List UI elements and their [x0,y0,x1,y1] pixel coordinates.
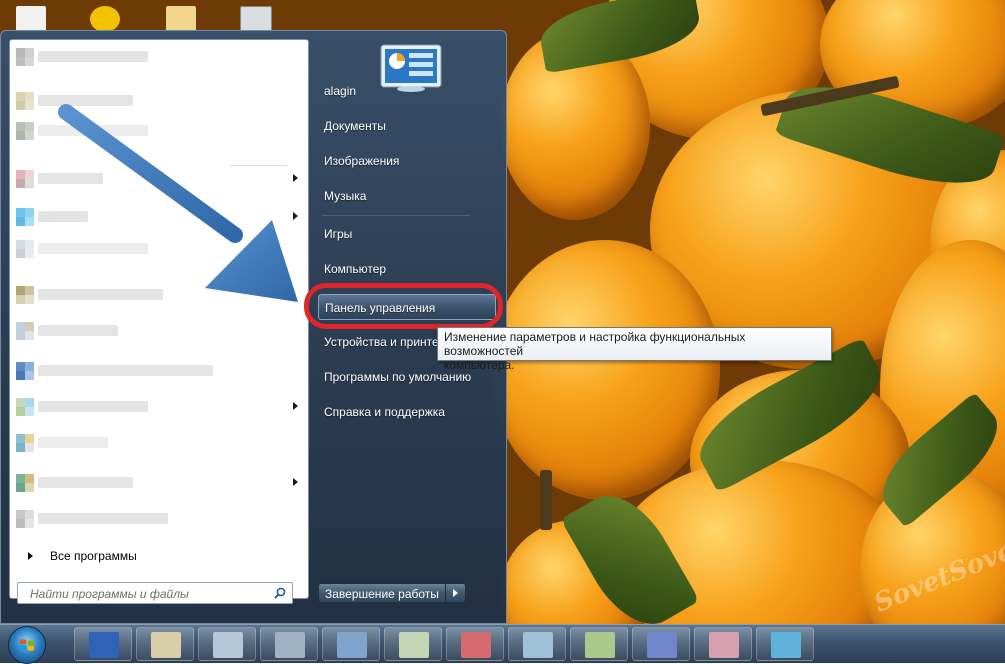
desktop-icon-1[interactable] [16,6,46,32]
list-item[interactable] [16,206,304,228]
taskbar-app-8[interactable] [508,627,566,661]
list-item[interactable] [16,432,304,454]
taskbar-app-1[interactable] [74,627,132,661]
start-button[interactable] [8,626,46,664]
folder-icon[interactable] [166,6,196,32]
list-item[interactable] [16,360,304,382]
menu-item-user[interactable]: alagin [318,78,496,104]
menu-item-help-support[interactable]: Справка и поддержка [318,399,496,425]
menu-item-music[interactable]: Музыка [318,183,496,209]
program-icon [16,122,34,140]
taskbar-app-12[interactable] [756,627,814,661]
program-icon [16,474,34,492]
list-item[interactable] [16,472,304,494]
search-input[interactable] [28,584,272,604]
taskbar-app-9[interactable] [570,627,628,661]
program-icon [16,362,34,380]
taskbar-app-4[interactable] [260,627,318,661]
submenu-arrow-icon [293,174,298,182]
program-icon [16,48,34,66]
menu-item-pictures[interactable]: Изображения [318,148,496,174]
divider [230,165,286,166]
menu-item-computer[interactable]: Компьютер [318,256,496,282]
taskbar-app-10[interactable] [632,627,690,661]
list-item[interactable] [16,90,304,112]
desktop-icon-2[interactable] [90,6,120,32]
highlight-ring [304,283,503,329]
list-item[interactable] [16,508,304,530]
programs-pane: Все программы [9,39,309,599]
tooltip: Изменение параметров и настройка функцио… [437,327,832,372]
list-item[interactable] [16,284,304,306]
taskbar-app-3[interactable] [198,627,256,661]
taskbar-app-11[interactable] [694,627,752,661]
program-icon [16,510,34,528]
all-programs-label: Все программы [50,549,137,563]
menu-item-documents[interactable]: Документы [318,113,496,139]
tooltip-line-1: Изменение параметров и настройка функцио… [444,330,746,358]
taskbar-app-7[interactable] [446,627,504,661]
search-box [17,582,293,604]
taskbar [0,624,1005,664]
expand-arrow-icon [28,552,33,560]
program-icon [16,398,34,416]
taskbar-app-6[interactable] [384,627,442,661]
program-icon [16,286,34,304]
menu-item-games[interactable]: Игры [318,221,496,247]
taskbar-app-2[interactable] [136,627,194,661]
list-item[interactable] [16,120,304,142]
shutdown-group: Завершение работы [318,583,466,603]
list-item[interactable] [16,396,304,418]
search-icon[interactable] [274,587,286,599]
shutdown-options-button[interactable] [445,583,466,603]
program-icon [16,208,34,226]
submenu-arrow-icon [293,402,298,410]
program-icon [16,92,34,110]
list-item[interactable] [16,238,304,260]
program-icon [16,170,34,188]
program-icon [16,322,34,340]
windows-logo-icon [20,639,34,651]
list-item[interactable] [16,168,304,190]
taskbar-app-5[interactable] [322,627,380,661]
shutdown-button[interactable]: Завершение работы [318,583,446,603]
program-icon [16,240,34,258]
divider [322,215,470,216]
submenu-arrow-icon [293,478,298,486]
list-item[interactable] [16,46,304,68]
tooltip-line-2: компьютера. [444,358,515,372]
submenu-arrow-icon [293,212,298,220]
program-icon [16,434,34,452]
list-item[interactable] [16,320,304,342]
